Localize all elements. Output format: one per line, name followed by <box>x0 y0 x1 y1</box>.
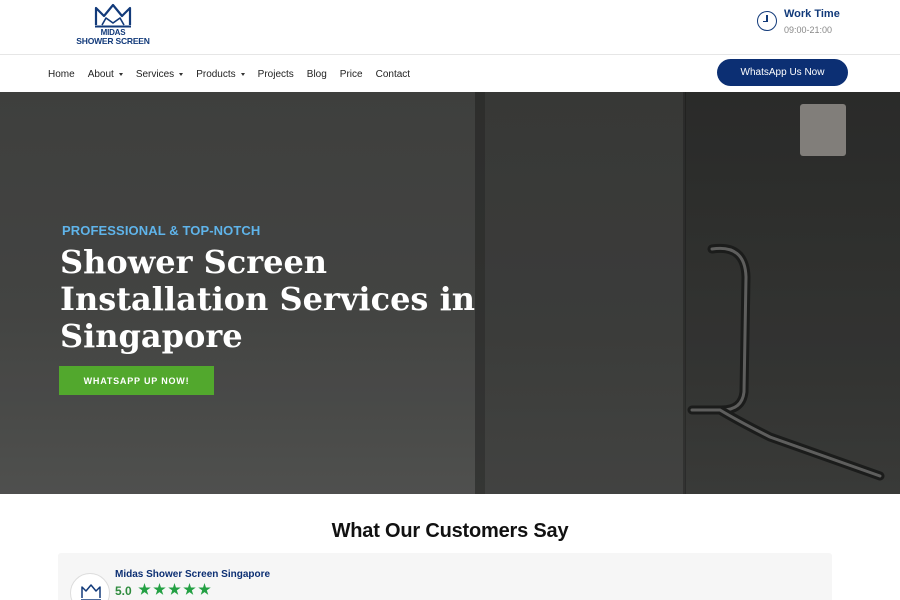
site-logo[interactable]: MIDAS SHOWER SCREEN <box>76 3 150 47</box>
nav-item-label: Projects <box>257 69 294 80</box>
work-time-widget: Work Time 09:00-21:00 <box>757 8 887 42</box>
hero-title: Shower Screen Installation Services in S… <box>60 243 475 355</box>
nav-item-products[interactable]: Products <box>196 69 245 80</box>
whatsapp-us-button[interactable]: WhatsApp Us Now <box>717 59 848 86</box>
star-icon <box>153 583 166 595</box>
nav-item-label: Blog <box>306 69 327 80</box>
work-time-hours: 09:00-21:00 <box>784 25 833 35</box>
hero-eyebrow: PROFESSIONAL & TOP-NOTCH <box>62 223 261 238</box>
chevron-down-icon <box>179 73 184 76</box>
chevron-down-icon <box>240 73 245 76</box>
chevron-down-icon <box>118 73 123 76</box>
reviews-section-title: What Our Customers Say <box>331 520 569 542</box>
star-icon <box>168 583 181 595</box>
hero-banner: PROFESSIONAL & TOP-NOTCH Shower Screen I… <box>0 92 900 494</box>
nav-item-label: Products <box>196 69 236 80</box>
logo-text-line2: SHOWER SCREEN <box>76 36 150 46</box>
rating-score: 5.0 <box>115 584 132 598</box>
review-summary-card: Midas Shower Screen Singapore 5.0 <box>58 553 832 600</box>
business-name[interactable]: Midas Shower Screen Singapore <box>115 569 270 580</box>
star-icon <box>183 583 196 595</box>
nav-item-services[interactable]: Services <box>135 69 184 80</box>
work-time-label: Work Time <box>784 8 840 20</box>
star-icon <box>138 583 151 595</box>
nav-item-label: Price <box>339 69 363 80</box>
clock-icon <box>757 11 777 31</box>
nav-menu: Home About Services Products Projects Bl… <box>48 69 423 80</box>
avatar <box>70 573 110 600</box>
nav-item-about[interactable]: About <box>88 69 123 80</box>
nav-item-label: Services <box>135 69 175 80</box>
crown-icon <box>81 584 101 600</box>
nav-item-blog[interactable]: Blog <box>307 69 327 80</box>
star-rating <box>138 583 213 596</box>
nav-item-label: About <box>87 69 114 80</box>
main-navigation: Home About Services Products Projects Bl… <box>0 56 900 92</box>
star-icon <box>198 583 211 595</box>
crown-icon <box>94 3 132 28</box>
nav-item-projects[interactable]: Projects <box>258 69 294 80</box>
nav-item-label: Home <box>48 69 75 80</box>
site-header: MIDAS SHOWER SCREEN Work Time 09:00-21:0… <box>0 0 900 55</box>
nav-item-label: Contact <box>375 69 411 80</box>
whatsapp-cta-button[interactable]: WHATSAPP UP NOW! <box>59 366 214 395</box>
nav-item-home[interactable]: Home <box>48 69 75 80</box>
nav-item-contact[interactable]: Contact <box>376 69 410 80</box>
nav-item-price[interactable]: Price <box>340 69 363 80</box>
